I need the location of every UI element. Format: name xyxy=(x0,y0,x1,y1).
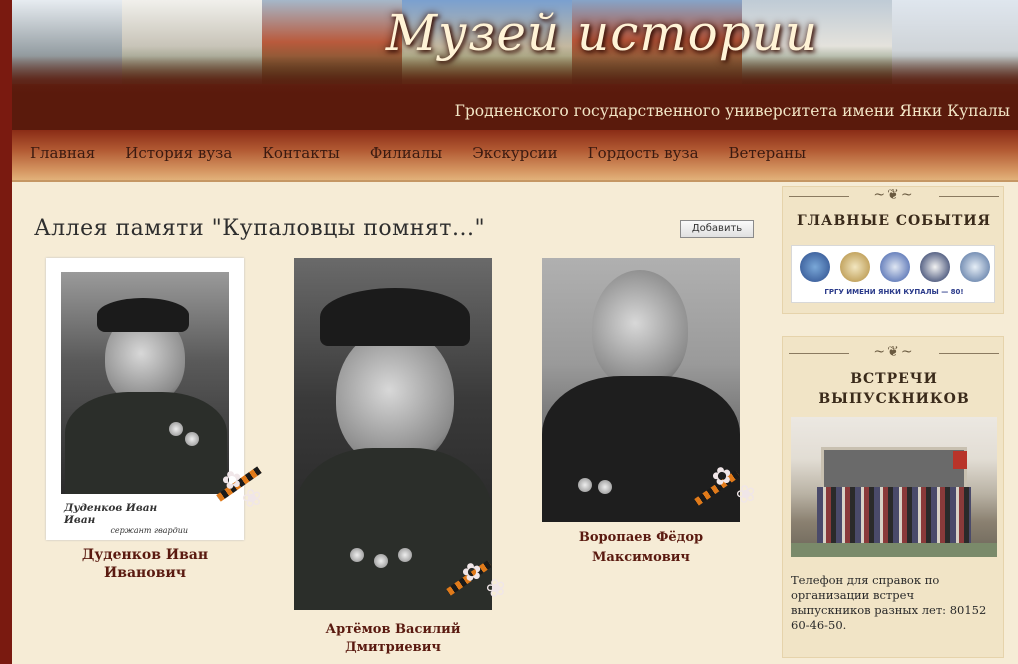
medal-icon xyxy=(169,422,183,436)
events-block: ~❦~ ГЛАВНЫЕ СОБЫТИЯ ГРГУ ИМЕНИ ЯНКИ КУПА… xyxy=(782,186,1004,314)
nav-item-branches[interactable]: Филиалы xyxy=(370,144,442,162)
caption-rank: сержант гвардии xyxy=(110,526,188,535)
cap xyxy=(320,288,470,346)
memorial-card[interactable]: ✿ ❀ Артёмов Василий Дмитриевич xyxy=(294,258,512,658)
main-nav: Главная История вуза Контакты Филиалы Эк… xyxy=(12,130,1018,182)
medal-icon xyxy=(598,480,612,494)
alumni-heading-line2: ВЫПУСКНИКОВ xyxy=(818,391,970,407)
alumni-contact-text: Телефон для справок по организации встре… xyxy=(791,573,987,632)
ground xyxy=(791,543,997,557)
nav-item-contacts[interactable]: Контакты xyxy=(262,144,340,162)
soldier-photo[interactable] xyxy=(294,258,492,610)
events-heading: ГЛАВНЫЕ СОБЫТИЯ xyxy=(797,213,991,229)
memorial-card[interactable]: Дуденков Иван Иван сержант гвардии ✿ ❀ Д… xyxy=(46,258,265,581)
events-banner[interactable]: ГРГУ ИМЕНИ ЯНКИ КУПАЛЫ — 80! xyxy=(791,245,995,303)
medal-icon xyxy=(398,548,412,562)
soldier-name-line2[interactable]: Иванович xyxy=(46,564,244,583)
cap xyxy=(97,298,189,332)
soldier-name-line1[interactable]: Артёмов Василий xyxy=(294,620,492,639)
page-title: Аллея памяти "Купаловцы помнят..." xyxy=(34,216,486,241)
memorial-card[interactable]: ✿ ❀ Воропаев Фёдор Максимович xyxy=(542,258,762,578)
main-content: Аллея памяти "Купаловцы помнят..." Добав… xyxy=(12,182,770,664)
add-button[interactable]: Добавить xyxy=(680,220,754,238)
subtitle-bar: Гродненского государственного университе… xyxy=(12,96,1018,130)
nav-item-history[interactable]: История вуза xyxy=(125,144,232,162)
page: Музей истории Гродненского государственн… xyxy=(0,0,1018,664)
nav-item-pride[interactable]: Гордость вуза xyxy=(588,144,699,162)
nav-item-excursions[interactable]: Экскурсии xyxy=(472,144,557,162)
group-of-people xyxy=(817,487,971,549)
header-banner: Музей истории xyxy=(12,0,1018,96)
alumni-photo[interactable] xyxy=(791,417,997,557)
event-icon xyxy=(800,252,830,282)
events-banner-text: ГРГУ ИМЕНИ ЯНКИ КУПАЛЫ — 80! xyxy=(824,288,964,296)
jacket xyxy=(542,376,740,522)
soldier-name-line2[interactable]: Максимович xyxy=(542,548,740,567)
ornament-icon: ~❦~ xyxy=(873,344,915,360)
event-icon xyxy=(880,252,910,282)
medal-icon xyxy=(350,548,364,562)
uniform xyxy=(65,392,227,494)
alumni-block: ~❦~ ВСТРЕЧИ ВЫПУСКНИКОВ Телефон для спра… xyxy=(782,336,1004,658)
site-subtitle: Гродненского государственного университе… xyxy=(454,102,1010,120)
portrait-face xyxy=(592,270,688,388)
left-border xyxy=(0,0,12,664)
event-icon xyxy=(960,252,990,282)
soldier-name-line2[interactable]: Дмитриевич xyxy=(294,638,492,657)
event-icon xyxy=(920,252,950,282)
sidebar: ~❦~ ГЛАВНЫЕ СОБЫТИЯ ГРГУ ИМЕНИ ЯНКИ КУПА… xyxy=(770,182,1018,664)
site-title[interactable]: Музей истории xyxy=(372,4,832,62)
building-sign xyxy=(953,451,967,469)
soldier-name-line1[interactable]: Воропаев Фёдор xyxy=(542,528,740,547)
medal-icon xyxy=(374,554,388,568)
event-icon xyxy=(840,252,870,282)
soldier-photo[interactable] xyxy=(542,258,740,522)
soldier-name-line1[interactable]: Дуденков Иван xyxy=(46,546,244,565)
banner-shade xyxy=(12,56,1018,96)
soldier-photo[interactable] xyxy=(61,272,229,494)
medal-icon xyxy=(185,432,199,446)
nav-item-home[interactable]: Главная xyxy=(30,144,95,162)
ornament-icon: ~❦~ xyxy=(873,187,915,203)
alumni-heading-line1: ВСТРЕЧИ xyxy=(850,371,938,387)
medal-icon xyxy=(578,478,592,492)
photo-caption: Дуденков Иван Иван сержант гвардии xyxy=(58,500,198,535)
portrait-face xyxy=(336,328,454,466)
nav-item-veterans[interactable]: Ветераны xyxy=(729,144,807,162)
caption-name: Дуденков Иван Иван xyxy=(64,502,158,526)
